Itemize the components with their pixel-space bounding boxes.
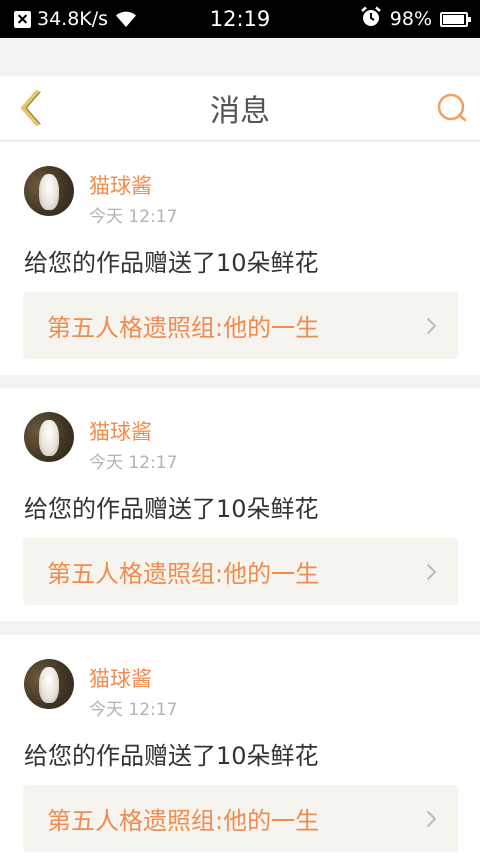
message-text: 给您的作品赠送了10朵鲜花	[24, 742, 319, 770]
work-link[interactable]: 第五人格遗照组:他的一生	[23, 538, 458, 605]
avatar-image	[39, 420, 59, 456]
status-bar: 34.8K/s 12:19 98%	[0, 0, 480, 38]
message-card: 猫球酱 今天 12:17 给您的作品赠送了10朵鲜花 第五人格遗照组:他的一生	[0, 388, 480, 621]
search-button[interactable]	[434, 90, 470, 126]
avatar-image	[39, 667, 59, 703]
avatar[interactable]	[24, 659, 74, 709]
message-time: 今天 12:17	[89, 453, 178, 473]
avatar[interactable]	[24, 412, 74, 462]
message-text: 给您的作品赠送了10朵鲜花	[24, 249, 319, 277]
work-title: 第五人格遗照组:他的一生	[47, 314, 320, 342]
battery-icon	[440, 11, 471, 27]
chevron-right-icon	[427, 564, 436, 580]
nav-bar: 消息	[0, 76, 480, 141]
username[interactable]: 猫球酱	[89, 663, 152, 693]
alarm-icon	[360, 6, 382, 33]
chevron-right-icon	[427, 318, 436, 334]
username[interactable]: 猫球酱	[89, 416, 152, 446]
message-card: 猫球酱 今天 12:17 给您的作品赠送了10朵鲜花 第五人格遗照组:他的一生	[0, 142, 480, 375]
status-right: 98%	[360, 0, 471, 38]
avatar[interactable]	[24, 166, 74, 216]
message-text: 给您的作品赠送了10朵鲜花	[24, 495, 319, 523]
username[interactable]: 猫球酱	[89, 170, 152, 200]
chevron-right-icon	[427, 811, 436, 827]
message-time: 今天 12:17	[89, 207, 178, 227]
work-link[interactable]: 第五人格遗照组:他的一生	[23, 785, 458, 852]
message-card: 猫球酱 今天 12:17 给您的作品赠送了10朵鲜花 第五人格遗照组:他的一生	[0, 635, 480, 868]
message-time: 今天 12:17	[89, 700, 178, 720]
avatar-image	[39, 174, 59, 210]
page-title: 消息	[210, 94, 270, 129]
work-link[interactable]: 第五人格遗照组:他的一生	[23, 292, 458, 359]
battery-percent: 98%	[389, 8, 432, 30]
work-title: 第五人格遗照组:他的一生	[47, 807, 320, 835]
work-title: 第五人格遗照组:他的一生	[47, 560, 320, 588]
search-icon	[437, 93, 467, 122]
